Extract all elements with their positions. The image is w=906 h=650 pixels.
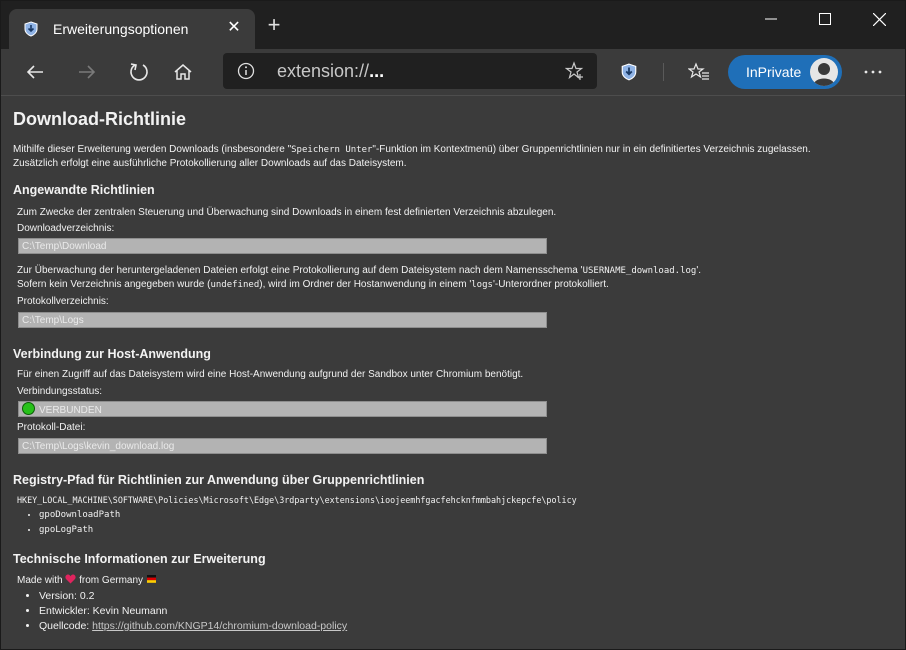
- heart-icon: [65, 574, 76, 584]
- info-icon[interactable]: [237, 62, 255, 80]
- browser-window: Erweiterungsoptionen ✕ + extension://...…: [0, 0, 906, 650]
- source-item: Quellcode: https://github.com/KNGP14/chr…: [39, 619, 347, 634]
- registry-values-list: gpoDownloadPath gpoLogPath: [17, 508, 120, 538]
- version-item: Version: 0.2: [39, 589, 347, 604]
- close-window-icon[interactable]: [852, 1, 906, 37]
- host-description: Für einen Zugriff auf das Dateisystem wi…: [17, 369, 524, 380]
- tab-title: Erweiterungsoptionen: [53, 21, 189, 37]
- maximize-icon[interactable]: [798, 1, 852, 37]
- shield-icon: [24, 21, 38, 37]
- close-tab-icon[interactable]: ✕: [223, 17, 245, 39]
- status-indicator-icon: [22, 402, 35, 415]
- extension-shield-icon[interactable]: [613, 56, 645, 88]
- source-link[interactable]: https://github.com/KNGP14/chromium-downl…: [92, 620, 347, 632]
- registry-path: HKEY_LOCAL_MACHINE\SOFTWARE\Policies\Mic…: [17, 495, 577, 505]
- new-tab-icon[interactable]: +: [263, 14, 285, 37]
- log-file-label: Protokoll-Datei:: [17, 422, 86, 433]
- toolbar: extension://... InPrivate: [1, 49, 905, 96]
- page-title: Download-Richtlinie: [13, 109, 186, 129]
- minimize-icon[interactable]: [744, 1, 798, 37]
- favorites-icon[interactable]: [683, 56, 715, 88]
- forward-icon[interactable]: [71, 56, 103, 88]
- address-bar[interactable]: extension://...: [223, 53, 597, 89]
- list-item: gpoDownloadPath: [39, 508, 120, 523]
- add-favorite-icon[interactable]: [565, 61, 585, 81]
- tab-extension-options[interactable]: Erweiterungsoptionen ✕: [9, 9, 255, 49]
- home-icon[interactable]: [167, 56, 199, 88]
- more-options-icon[interactable]: [857, 56, 889, 88]
- address-url: extension://...: [277, 61, 385, 81]
- intro-line-1: Mithilfe dieser Erweiterung werden Downl…: [13, 144, 811, 155]
- log-dir-field[interactable]: C:\Temp\Logs: [18, 312, 547, 328]
- connection-status-field[interactable]: VERBUNDEN: [18, 401, 547, 417]
- log-description-2: Sofern kein Verzeichnis angegeben wurde …: [17, 279, 609, 290]
- inprivate-label: InPrivate: [746, 64, 802, 80]
- tech-heading: Technische Informationen zur Erweiterung: [13, 552, 266, 566]
- host-heading: Verbindung zur Host-Anwendung: [13, 347, 211, 361]
- policies-description: Zum Zwecke der zentralen Steuerung und Ü…: [17, 207, 557, 218]
- developer-item: Entwickler: Kevin Neumann: [39, 604, 347, 619]
- log-dir-label: Protokollverzeichnis:: [17, 296, 109, 307]
- tech-info-list: Version: 0.2 Entwickler: Kevin Neumann Q…: [17, 589, 347, 634]
- list-item: gpoLogPath: [39, 523, 120, 538]
- connection-status-label: Verbindungsstatus:: [17, 386, 103, 397]
- avatar-icon: [810, 58, 838, 86]
- refresh-icon[interactable]: [123, 56, 155, 88]
- back-icon[interactable]: [19, 56, 51, 88]
- download-dir-field[interactable]: C:\Temp\Download: [18, 238, 547, 254]
- toolbar-divider: [663, 63, 664, 81]
- policies-heading: Angewandte Richtlinien: [13, 183, 155, 197]
- inprivate-button[interactable]: InPrivate: [728, 55, 842, 89]
- made-with-line: Made with from Germany: [17, 574, 157, 588]
- log-file-field[interactable]: C:\Temp\Logs\kevin_download.log: [18, 438, 547, 454]
- download-dir-label: Downloadverzeichnis:: [17, 223, 115, 234]
- german-flag-icon: [146, 575, 156, 583]
- connection-status-value: VERBUNDEN: [39, 405, 102, 416]
- intro-line-2: Zusätzlich erfolgt eine ausführliche Pro…: [13, 158, 407, 169]
- registry-heading: Registry-Pfad für Richtlinien zur Anwend…: [13, 473, 425, 487]
- log-description-1: Zur Überwachung der heruntergeladenen Da…: [17, 265, 702, 276]
- tab-bar: Erweiterungsoptionen ✕ +: [1, 1, 905, 49]
